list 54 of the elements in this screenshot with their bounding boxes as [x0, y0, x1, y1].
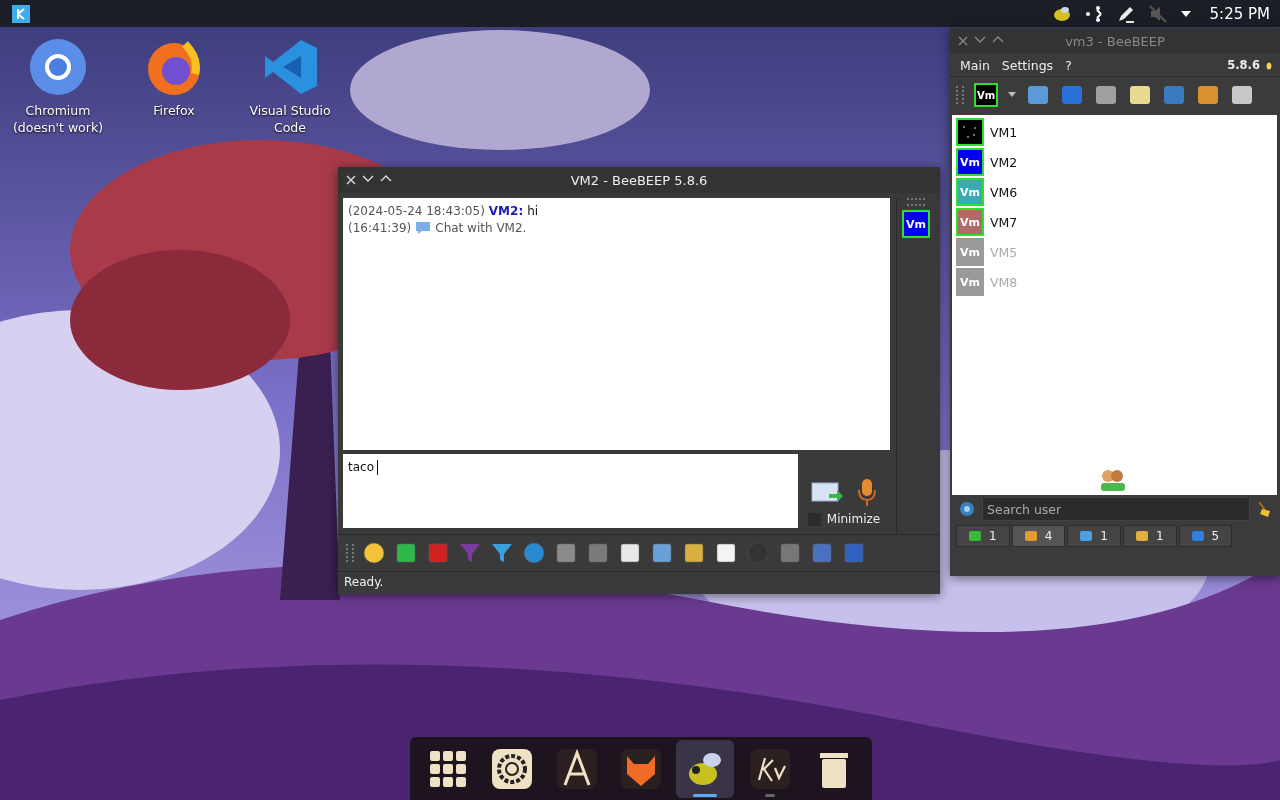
user-row[interactable]: VM1	[952, 117, 1277, 147]
globe-ring-icon[interactable]	[29, 38, 87, 96]
broom-icon[interactable]	[1256, 500, 1272, 518]
timestamp: (16:41:39)	[348, 221, 412, 235]
caret-icon[interactable]	[1179, 9, 1192, 18]
message-text: hi	[527, 204, 539, 218]
user-row[interactable]: Vm VM6	[952, 177, 1277, 207]
user-name[interactable]: VM1	[990, 124, 1018, 140]
timestamp: (2024-05-24 18:43:05)	[348, 204, 485, 218]
system-message: Chat with VM2.	[435, 221, 527, 235]
tab[interactable]: 1	[1067, 525, 1121, 547]
status-text: Ready.	[343, 574, 385, 591]
grip-handle[interactable]	[346, 544, 354, 562]
user-name[interactable]: VM6	[990, 184, 1018, 200]
user-avatar: Vm	[956, 268, 984, 296]
user-avatar: Vm	[956, 178, 984, 206]
user-avatar[interactable]: Vm	[974, 83, 998, 107]
fox-globe-icon[interactable]	[145, 38, 203, 96]
user-avatar: Vm	[956, 238, 984, 266]
icon-label[interactable]: Chromium (doesn't work)	[12, 102, 104, 136]
tab[interactable]: 1	[1122, 525, 1177, 547]
user-avatar: Vm	[956, 148, 984, 176]
user-name[interactable]: VM7	[990, 214, 1018, 230]
icon-label[interactable]: Visual Studio Code	[244, 102, 336, 136]
minimize-label[interactable]: Minimize	[826, 512, 881, 526]
funnel-icon[interactable]	[490, 541, 514, 565]
message-input[interactable]: taco	[343, 454, 798, 528]
microphone-icon[interactable]	[857, 478, 877, 508]
caret-icon[interactable]	[1008, 92, 1016, 98]
grip-handle[interactable]	[907, 198, 925, 206]
user-name[interactable]: VM2	[990, 154, 1018, 170]
user-avatar[interactable]: Vm	[902, 210, 930, 238]
clock[interactable]: 5:25 PM	[1209, 4, 1270, 23]
menu-item[interactable]: Main	[956, 57, 994, 73]
tab[interactable]: 1	[956, 525, 1010, 547]
tab[interactable]: 5	[1178, 525, 1233, 547]
user-avatar: Vm	[956, 208, 984, 236]
bee-icon[interactable]	[676, 739, 735, 798]
window-title: vm3 - BeeBEEP	[1065, 33, 1165, 49]
icon-label[interactable]: Firefox	[153, 102, 195, 119]
bee-icon[interactable]	[1051, 4, 1072, 23]
user-row[interactable]: Vm VM2	[952, 147, 1277, 177]
people-icon	[1098, 467, 1128, 493]
menu-item[interactable]: ?	[1061, 57, 1076, 73]
tab[interactable]: 4	[1011, 525, 1066, 547]
sender-name: VM2:	[488, 204, 524, 218]
user-row[interactable]: Vm VM7	[952, 207, 1277, 237]
grip-handle[interactable]	[956, 86, 964, 104]
launcher-icon[interactable]	[12, 4, 30, 23]
version-label: 5.8.6	[1227, 58, 1260, 72]
window-title: VM2 - BeeBEEP 5.8.6	[570, 172, 708, 188]
menu-item[interactable]: Settings	[997, 57, 1058, 73]
speech-bubble-icon	[415, 221, 432, 235]
search-field[interactable]: Search user	[982, 497, 1250, 521]
